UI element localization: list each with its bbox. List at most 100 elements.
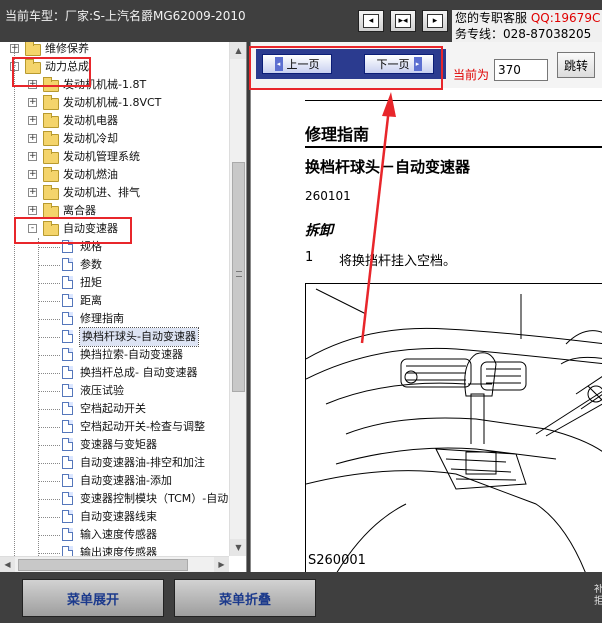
- tree-doc-label: 自动变速器油-排空和加注: [80, 456, 205, 469]
- current-page-label: 当前为: [453, 68, 490, 82]
- folder-icon: [43, 131, 59, 146]
- tree-vertical-scrollbar[interactable]: ▲ ▼: [229, 42, 246, 556]
- service-qq[interactable]: QQ:19679C: [531, 11, 601, 25]
- figure-code: S260001: [308, 553, 366, 568]
- scroll-down-icon[interactable]: ▼: [230, 539, 246, 556]
- tree-doc-item[interactable]: 输入速度传感器: [0, 526, 229, 544]
- tree-horizontal-scrollbar[interactable]: ◀ ▶: [0, 556, 229, 572]
- tree-connector: [38, 265, 60, 266]
- tree-doc-item[interactable]: 变速器与变矩器: [0, 436, 229, 454]
- tree-doc-label: 变速器控制模块（TCM）-自动: [80, 492, 229, 505]
- document-icon: [62, 528, 73, 541]
- split-view-button[interactable]: ▸◂: [390, 10, 416, 32]
- tree-doc-label: 自动变速器线束: [80, 510, 157, 523]
- document-icon: [62, 312, 73, 325]
- document-content: 修理指南 换档杆球头－自动变速器 260101 拆卸 1 将换挡杆挂入空档。 S…: [251, 88, 602, 572]
- scroll-right-icon[interactable]: ▶: [214, 557, 229, 572]
- tree-connector: [38, 247, 60, 248]
- tree-doc-item[interactable]: 空档起动开关-检查与调整: [0, 418, 229, 436]
- tree-doc-item[interactable]: 自动变速器线束: [0, 508, 229, 526]
- prev-view-button[interactable]: ◂: [358, 10, 384, 32]
- tree-doc-item[interactable]: 液压试验: [0, 382, 229, 400]
- document-icon: [62, 510, 73, 523]
- tree-connector: [38, 337, 60, 338]
- document-icon: [62, 456, 73, 469]
- document-icon: [62, 348, 73, 361]
- tree-connector: [38, 553, 60, 554]
- expand-menu-button[interactable]: 菜单展开: [22, 579, 164, 617]
- tree-doc-label: 空档起动开关: [80, 402, 146, 415]
- tree-folder-engine-2[interactable]: + 发动机电器: [0, 112, 229, 130]
- jump-button[interactable]: 跳转: [557, 52, 595, 78]
- tree-folder-engine-5[interactable]: + 发动机燃油: [0, 166, 229, 184]
- tree-doc-item[interactable]: 换档杆球头-自动变速器: [0, 327, 229, 347]
- tree-doc-item[interactable]: 自动变速器油-排空和加注: [0, 454, 229, 472]
- tree-hscroll-thumb[interactable]: [18, 559, 188, 571]
- tree-folder-engine-6[interactable]: + 发动机进、排气: [0, 184, 229, 202]
- page-number-input[interactable]: [494, 59, 548, 81]
- document-code: 260101: [305, 189, 351, 203]
- tree-connector: [38, 283, 60, 284]
- tree-connector: [38, 409, 60, 410]
- expand-icon[interactable]: +: [28, 188, 37, 197]
- step-text: 将换挡杆挂入空档。: [339, 254, 457, 269]
- tree-folder-label: 发动机进、排气: [63, 186, 140, 199]
- tree-folder-top-0[interactable]: + 维修保养: [0, 42, 229, 58]
- tree-doc-label: 修理指南: [80, 312, 124, 325]
- tree-doc-item[interactable]: 换挡杆总成- 自动变速器: [0, 364, 229, 382]
- tree-doc-item[interactable]: 修理指南: [0, 310, 229, 328]
- tree-folder-engine-4[interactable]: + 发动机管理系统: [0, 148, 229, 166]
- collapse-menu-button[interactable]: 菜单折叠: [174, 579, 316, 617]
- tree-folder-engine-3[interactable]: + 发动机冷却: [0, 130, 229, 148]
- split-icon: ▸◂: [395, 14, 411, 28]
- tree-doc-item[interactable]: 换挡拉索-自动变速器: [0, 346, 229, 364]
- tree-folder-label: 发动机冷却: [63, 132, 118, 145]
- expand-icon[interactable]: +: [28, 152, 37, 161]
- folder-icon: [25, 42, 41, 56]
- folder-icon: [43, 167, 59, 182]
- scroll-up-icon[interactable]: ▲: [230, 42, 246, 59]
- footer-side-text: 补 拒: [594, 584, 602, 607]
- tree-doc-item[interactable]: 空档起动开关: [0, 400, 229, 418]
- expand-icon[interactable]: +: [28, 170, 37, 179]
- document-icon: [62, 366, 73, 379]
- tree-scroll-thumb[interactable]: [232, 162, 245, 392]
- scroll-left-icon[interactable]: ◀: [0, 557, 15, 572]
- tree-doc-item[interactable]: 自动变速器油-添加: [0, 472, 229, 490]
- document-icon: [62, 438, 73, 451]
- footer-bar: 菜单展开 菜单折叠 补 拒: [0, 572, 602, 623]
- tree-doc-label: 输入速度传感器: [80, 528, 157, 541]
- folder-icon: [43, 113, 59, 128]
- tree-doc-item[interactable]: 参数: [0, 256, 229, 274]
- shifter-illustration: [306, 288, 602, 572]
- document-icon: [62, 384, 73, 397]
- document-subtitle: 换档杆球头－自动变速器: [305, 158, 471, 176]
- tree-folder-label: 发动机电器: [63, 114, 118, 127]
- tree-doc-item[interactable]: 扭矩: [0, 274, 229, 292]
- expand-icon[interactable]: +: [28, 116, 37, 125]
- next-view-button[interactable]: ▸: [422, 10, 448, 32]
- tree-connector: [38, 319, 60, 320]
- document-panel: ◂ 上一页 下一页 ▸ 当前为 跳转 修理指南 换档杆球头－自动变速器 2601…: [250, 42, 602, 572]
- tree-folder-label: 维修保养: [45, 42, 89, 55]
- expand-icon[interactable]: +: [28, 206, 37, 215]
- tree-guide-line: [14, 50, 15, 558]
- document-icon: [62, 402, 73, 415]
- tree-folder-engine-1[interactable]: + 发动机机械-1.8VCT: [0, 94, 229, 112]
- tree-doc-label: 换挡拉索-自动变速器: [80, 348, 183, 361]
- service-prefix: 您的专职客服: [455, 11, 528, 25]
- document-icon: [62, 420, 73, 433]
- tree-doc-item[interactable]: 变速器控制模块（TCM）-自动: [0, 490, 229, 508]
- expand-icon[interactable]: +: [28, 134, 37, 143]
- prev-icon: ◂: [363, 14, 379, 28]
- tree-connector: [38, 391, 60, 392]
- tree-doc-item[interactable]: 距离: [0, 292, 229, 310]
- tree-connector: [38, 355, 60, 356]
- tree-doc-label: 参数: [80, 258, 102, 271]
- folder-icon: [43, 149, 59, 164]
- highlight-powertrain: [12, 57, 91, 87]
- menu-tree-panel: + 维修保养 - 动力总成 + 发动机机械-1.8T + 发动机机械-1.8VCT + 发动机电器…: [0, 42, 247, 572]
- header-bar: 当前车型：厂家:S-上汽名爵MG62009-2010 ◂ ▸◂ ▸ 您的专职客服…: [0, 0, 602, 42]
- expand-icon[interactable]: +: [28, 98, 37, 107]
- tree-connector: [38, 427, 60, 428]
